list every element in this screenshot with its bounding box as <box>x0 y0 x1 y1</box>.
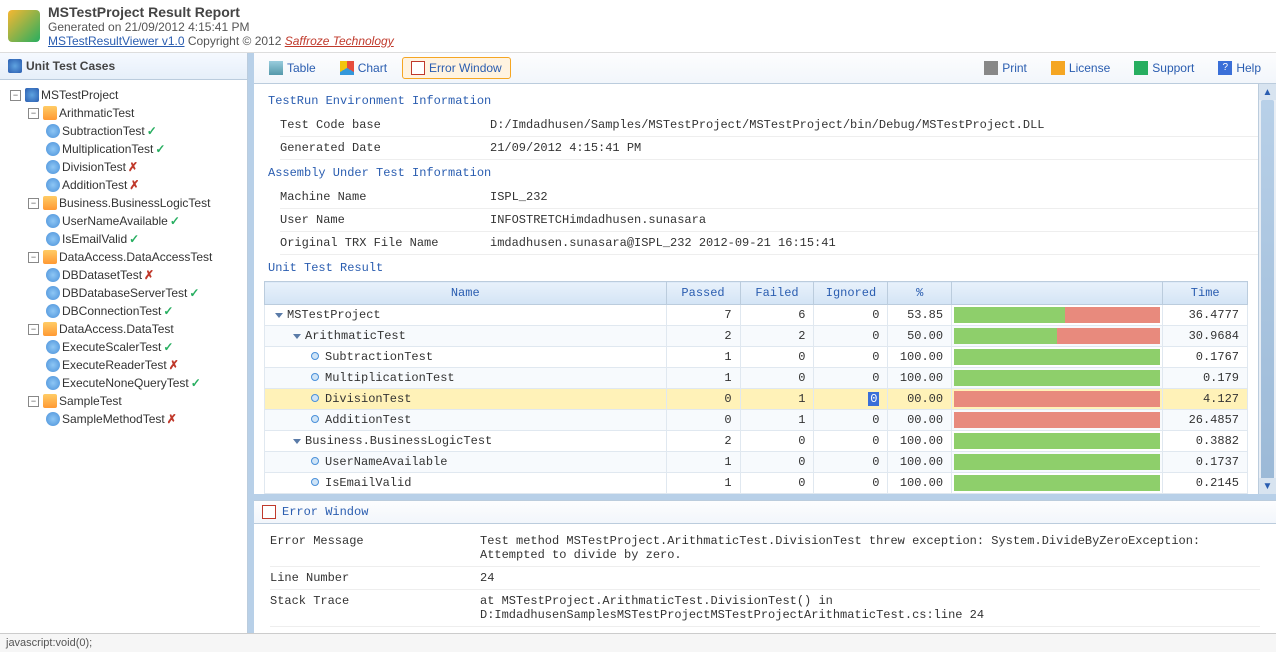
user-label: User Name <box>280 213 490 227</box>
tree-test[interactable]: DBConnectionTest✓ <box>40 302 243 320</box>
tree-test[interactable]: MultiplicationTest✓ <box>40 140 243 158</box>
copyright-text: Copyright © 2012 <box>185 34 285 48</box>
col-name[interactable]: Name <box>265 282 667 305</box>
print-icon <box>984 61 998 75</box>
tree-test[interactable]: ExecuteNoneQueryTest✓ <box>40 374 243 392</box>
gendate-label: Generated Date <box>280 141 490 155</box>
table-row[interactable]: DivisionTest01000.004.127 <box>265 389 1248 410</box>
scroll-down-arrow[interactable]: ▼ <box>1259 478 1276 494</box>
table-row[interactable]: Business.BusinessLogicTest200100.000.388… <box>265 431 1248 452</box>
error-window-icon <box>411 61 425 75</box>
col-bar[interactable] <box>952 282 1163 305</box>
app-icon <box>8 10 40 42</box>
support-icon <box>1134 61 1148 75</box>
tree-test[interactable]: SubtractionTest✓ <box>40 122 243 140</box>
error-window-button[interactable]: Error Window <box>402 57 511 79</box>
table-row[interactable]: SubtractionTest100100.000.1767 <box>265 347 1248 368</box>
tree-root[interactable]: − MSTestProject <box>4 86 243 104</box>
env-section-header: TestRun Environment Information <box>264 88 1266 114</box>
trx-value: imdadhusen.sunasara@ISPL_232 2012-09-21 … <box>490 236 836 250</box>
tree-group[interactable]: − ArithmaticTest <box>22 104 243 122</box>
tree-sidebar: Unit Test Cases − MSTestProject− Arithma… <box>0 53 248 633</box>
table-row[interactable]: UserNameAvailable100100.000.1737 <box>265 452 1248 473</box>
generated-line: Generated on 21/09/2012 4:15:41 PM <box>48 20 394 34</box>
scroll-up-arrow[interactable]: ▲ <box>1259 84 1276 100</box>
table-row[interactable]: MultiplicationTest100100.000.179 <box>265 368 1248 389</box>
machine-value: ISPL_232 <box>490 190 548 204</box>
status-bar: javascript:void(0); <box>0 633 1276 652</box>
error-trace-value: at MSTestProject.ArithmaticTest.Division… <box>480 594 1260 622</box>
company-link[interactable]: Saffroze Technology <box>285 34 394 48</box>
error-msg-value: Test method MSTestProject.ArithmaticTest… <box>480 534 1260 562</box>
chart-icon <box>340 61 354 75</box>
support-button[interactable]: Support <box>1125 57 1203 79</box>
trx-label: Original TRX File Name <box>280 236 490 250</box>
error-msg-label: Error Message <box>270 534 480 562</box>
help-icon: ? <box>1218 61 1232 75</box>
table-row[interactable]: MSTestProject76053.8536.4777 <box>265 305 1248 326</box>
tree-group[interactable]: − DataAccess.DataAccessTest <box>22 248 243 266</box>
codebase-label: Test Code base <box>280 118 490 132</box>
machine-label: Machine Name <box>280 190 490 204</box>
app-title: MSTestProject Result Report <box>48 4 394 20</box>
table-button[interactable]: Table <box>260 57 325 79</box>
col-time[interactable]: Time <box>1163 282 1248 305</box>
tree-test[interactable]: AdditionTest✗ <box>40 176 243 194</box>
error-line-value: 24 <box>480 571 494 585</box>
tree-group[interactable]: − DataAccess.DataTest <box>22 320 243 338</box>
tree-test[interactable]: SampleMethodTest✗ <box>40 410 243 428</box>
print-button[interactable]: Print <box>975 57 1036 79</box>
tree-test[interactable]: DBDatasetTest✗ <box>40 266 243 284</box>
tree-test[interactable]: DivisionTest✗ <box>40 158 243 176</box>
user-value: INFOSTRETCHimdadhusen.sunasara <box>490 213 706 227</box>
content-body[interactable]: TestRun Environment Information Test Cod… <box>254 84 1276 494</box>
error-panel-title: Error Window <box>254 501 1276 524</box>
table-row[interactable]: ArithmaticTest22050.0030.9684 <box>265 326 1248 347</box>
col-pct[interactable]: % <box>888 282 952 305</box>
error-trace-label: Stack Trace <box>270 594 480 622</box>
tree-test[interactable]: ExecuteScalerTest✓ <box>40 338 243 356</box>
tree-test[interactable]: DBDatabaseServerTest✓ <box>40 284 243 302</box>
result-section-header: Unit Test Result <box>264 255 1266 281</box>
error-line-label: Line Number <box>270 571 480 585</box>
tree-test[interactable]: IsEmailValid✓ <box>40 230 243 248</box>
vertical-scrollbar[interactable]: ▲ ▼ <box>1258 84 1276 494</box>
license-button[interactable]: License <box>1042 57 1119 79</box>
help-button[interactable]: ?Help <box>1209 57 1270 79</box>
viewer-link[interactable]: MSTestResultViewer v1.0 <box>48 34 185 48</box>
result-table: Name Passed Failed Ignored % Time MSTest… <box>264 281 1248 494</box>
scrollbar-thumb[interactable] <box>1261 100 1274 494</box>
error-panel: Error Window Error MessageTest method MS… <box>254 500 1276 633</box>
col-failed[interactable]: Failed <box>740 282 814 305</box>
tree-title-icon <box>8 59 22 73</box>
col-ignored[interactable]: Ignored <box>814 282 888 305</box>
sidebar-title: Unit Test Cases <box>0 53 247 80</box>
error-panel-icon <box>262 505 276 519</box>
assembly-section-header: Assembly Under Test Information <box>264 160 1266 186</box>
col-passed[interactable]: Passed <box>666 282 740 305</box>
app-header: MSTestProject Result Report Generated on… <box>0 0 1276 53</box>
tree-test[interactable]: ExecuteReaderTest✗ <box>40 356 243 374</box>
tree-group[interactable]: − Business.BusinessLogicTest <box>22 194 243 212</box>
tree-view[interactable]: − MSTestProject− ArithmaticTest Subtract… <box>0 80 247 633</box>
codebase-value: D:/Imdadhusen/Samples/MSTestProject/MSTe… <box>490 118 1045 132</box>
toolbar: Table Chart Error Window Print License S… <box>254 53 1276 84</box>
tree-group[interactable]: − SampleTest <box>22 392 243 410</box>
table-row[interactable]: AdditionTest01000.0026.4857 <box>265 410 1248 431</box>
chart-button[interactable]: Chart <box>331 57 396 79</box>
tree-test[interactable]: UserNameAvailable✓ <box>40 212 243 230</box>
table-icon <box>269 61 283 75</box>
gendate-value: 21/09/2012 4:15:41 PM <box>490 141 641 155</box>
table-row[interactable]: IsEmailValid100100.000.2145 <box>265 473 1248 494</box>
license-icon <box>1051 61 1065 75</box>
